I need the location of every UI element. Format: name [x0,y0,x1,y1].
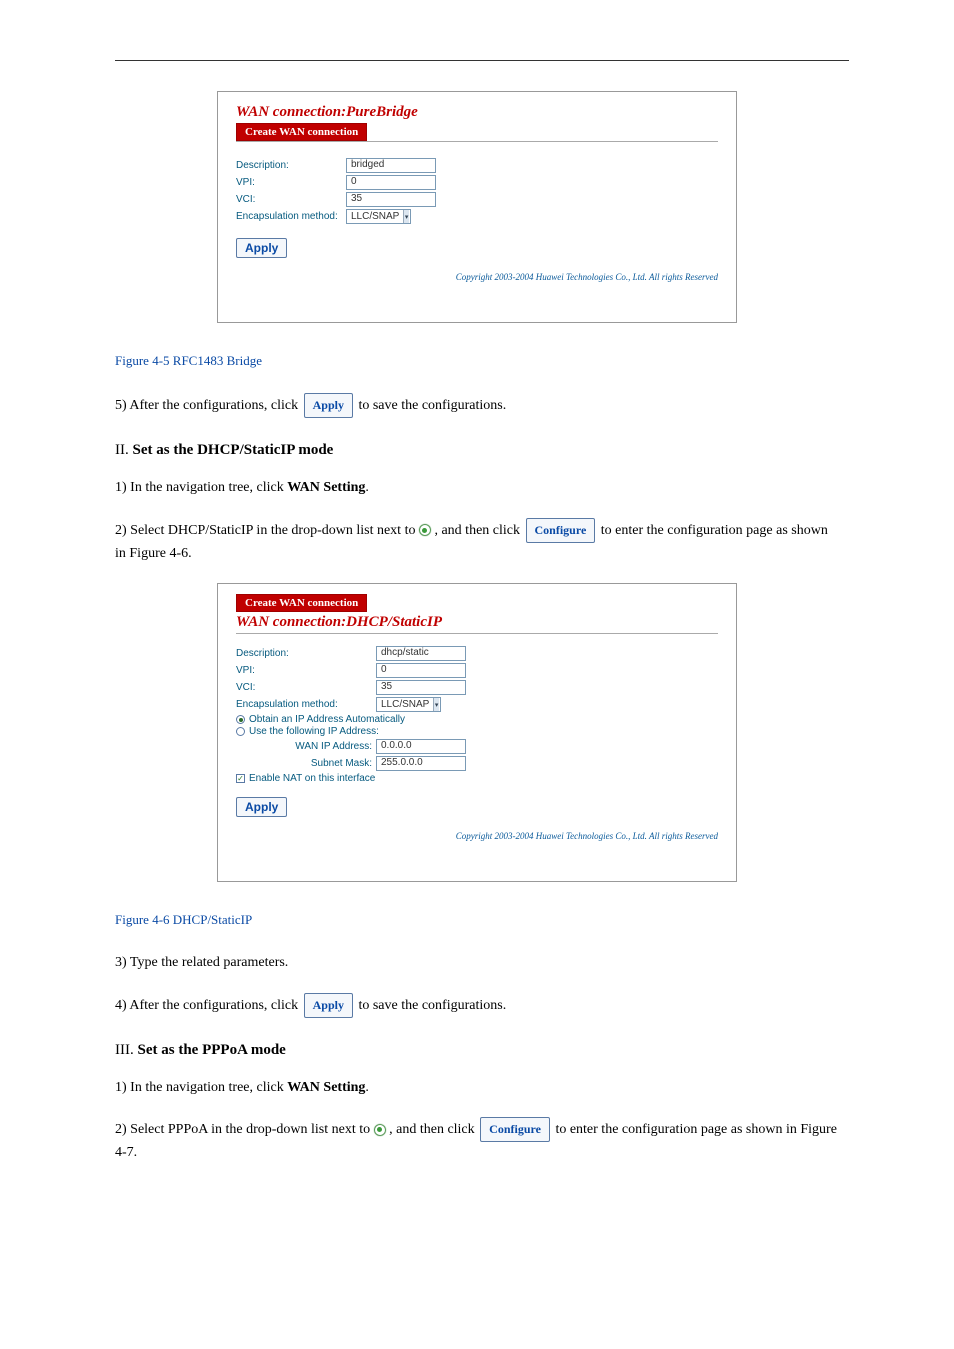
body-step-5: 5) After the configurations, click Apply… [115,393,839,418]
vpi-label: VPI: [236,177,346,188]
vpi-label-2: VPI: [236,665,376,676]
figure-caption-1: Figure 4-5 RFC1483 Bridge [115,353,839,369]
section-header-pppoa: III. Set as the PPPoA mode [115,1042,839,1059]
body-dhcp-step-2: 2) Select DHCP/StaticIP in the drop-down… [115,518,839,566]
create-wan-tab-2[interactable]: Create WAN connection [236,594,367,612]
panel-title-2: WAN connection:DHCP/StaticIP [236,614,718,631]
copyright-text-2: Copyright 2003-2004 Huawei Technologies … [236,831,718,841]
radio-obtain-auto-label: Obtain an IP Address Automatically [249,714,405,725]
encap-value-2: LLC/SNAP [381,699,429,710]
enable-nat-checkbox[interactable]: ✓ [236,774,245,783]
body-dhcp-step-4: 4) After the configurations, click Apply… [115,993,839,1018]
vci-label-2: VCI: [236,682,376,693]
enable-nat-label: Enable NAT on this interface [249,773,375,784]
configure-inline-button[interactable]: Configure [526,518,596,543]
encap-value: LLC/SNAP [351,211,399,222]
vpi-input[interactable]: 0 [346,175,436,190]
body-dhcp-step-3: 3) Type the related parameters. [115,952,839,974]
wan-ip-input[interactable]: 0.0.0.0 [376,739,466,754]
body-pppoa-step-2: 2) Select PPPoA in the drop-down list ne… [115,1117,839,1165]
apply-button-2[interactable]: Apply [236,797,287,817]
dhcp-static-panel: Create WAN connection WAN connection:DHC… [217,583,737,882]
radio-selected-icon [419,524,431,536]
apply-inline-button-2[interactable]: Apply [304,993,353,1018]
radio-use-following[interactable] [236,727,245,736]
description-label: Description: [236,160,346,171]
description-label-2: Description: [236,648,376,659]
description-input[interactable]: bridged [346,158,436,173]
section-header-dhcp: II. Set as the DHCP/StaticIP mode [115,442,839,459]
body-dhcp-step-1: 1) In the navigation tree, click WAN Set… [115,477,839,499]
apply-button[interactable]: Apply [236,238,287,258]
encap-label: Encapsulation method: [236,211,346,222]
radio-selected-icon-2 [374,1124,386,1136]
subnet-mask-input[interactable]: 255.0.0.0 [376,756,466,771]
vpi-input-2[interactable]: 0 [376,663,466,678]
description-input-2[interactable]: dhcp/static [376,646,466,661]
panel-title: WAN connection:PureBridge [236,104,718,121]
chevron-down-icon-2: ▾ [433,698,439,711]
vci-input-2[interactable]: 35 [376,680,466,695]
wan-ip-label: WAN IP Address: [236,741,376,752]
encap-select-2[interactable]: LLC/SNAP ▾ [376,697,441,712]
body-pppoa-step-1: 1) In the navigation tree, click WAN Set… [115,1077,839,1099]
figure-caption-2: Figure 4-6 DHCP/StaticIP [115,912,839,928]
copyright-text: Copyright 2003-2004 Huawei Technologies … [236,272,718,282]
subnet-mask-label: Subnet Mask: [236,758,376,769]
create-wan-tab[interactable]: Create WAN connection [236,123,367,141]
vci-label: VCI: [236,194,346,205]
radio-use-following-label: Use the following IP Address: [249,726,379,737]
configure-inline-button-2[interactable]: Configure [480,1117,550,1142]
apply-inline-button[interactable]: Apply [304,393,353,418]
encap-label-2: Encapsulation method: [236,699,376,710]
radio-obtain-auto[interactable] [236,715,245,724]
encap-select[interactable]: LLC/SNAP ▾ [346,209,411,224]
purebridge-panel: WAN connection:PureBridge Create WAN con… [217,91,737,323]
vci-input[interactable]: 35 [346,192,436,207]
chevron-down-icon: ▾ [403,210,409,223]
